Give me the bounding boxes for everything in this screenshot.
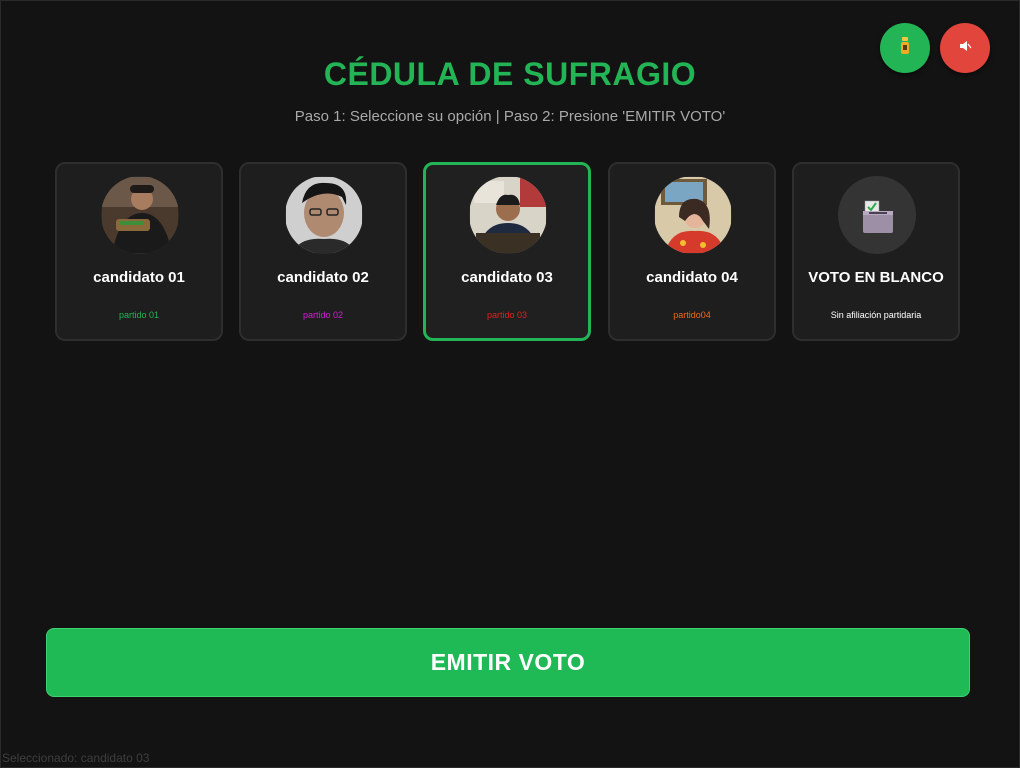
candidate-photo [654,176,732,254]
candidate-photo [469,176,547,254]
candidate-party: Sin afiliación partidaria [830,310,922,320]
candidate-photo [101,176,179,254]
selection-status: Seleccionado: candidato 03 [2,751,150,765]
candidate-card-02[interactable]: candidato 02 partido 02 [239,162,407,341]
candidate-party: partido 03 [486,310,528,320]
mute-icon [958,39,972,58]
candidate-card-03[interactable]: candidato 03 partido 03 [423,162,591,341]
candidate-party: partido04 [673,310,711,320]
page-title: CÉDULA DE SUFRAGIO [323,56,697,92]
candidate-name: candidato 01 [93,269,185,286]
candidate-card-04[interactable]: candidato 04 partido04 [608,162,776,341]
candidate-card-01[interactable]: candidato 01 partido 01 [55,162,223,341]
blank-vote-card[interactable]: VOTO EN BLANCO Sin afiliación partidaria [792,162,960,341]
candidate-photo [285,176,363,254]
candidate-party: partido 02 [302,310,344,320]
candidate-name: candidato 04 [646,269,738,286]
candidate-party: partido 01 [118,310,160,320]
candidate-name: candidato 02 [277,269,369,286]
instructions-subtitle: Paso 1: Seleccione su opción | Paso 2: P… [294,108,726,125]
candidate-name: candidato 03 [461,269,553,286]
emit-vote-button[interactable]: EMITIR VOTO [46,628,970,697]
blank-vote-emblem [838,176,916,254]
candidate-name: VOTO EN BLANCO [808,269,944,286]
